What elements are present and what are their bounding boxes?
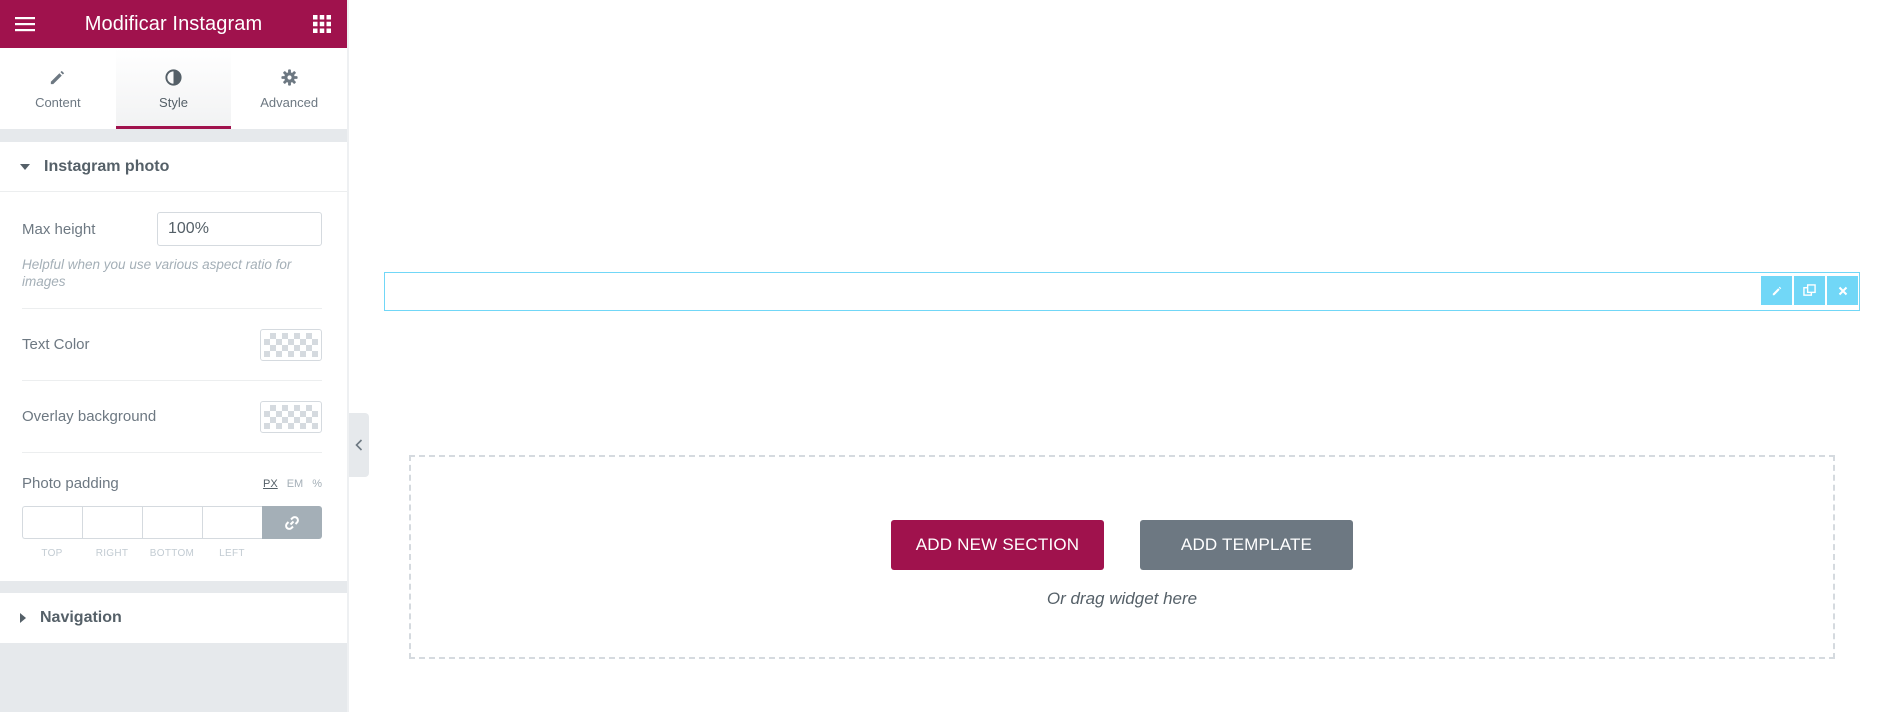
padding-top-input[interactable] — [22, 506, 82, 539]
add-new-section-button[interactable]: ADD NEW SECTION — [891, 520, 1104, 570]
empty-section[interactable] — [384, 272, 1860, 311]
delete-section-button[interactable] — [1827, 276, 1858, 305]
tab-advanced-label: Advanced — [260, 94, 319, 110]
panel-tabs: Content Style Advanced — [0, 48, 347, 130]
editor-panel: Modificar Instagram Content Style Advanc… — [0, 0, 347, 712]
widgets-grid-icon[interactable] — [309, 11, 335, 37]
panel-divider — [347, 0, 349, 712]
contrast-icon — [165, 68, 182, 86]
dim-left-label: LEFT — [219, 548, 245, 559]
padding-dimensions — [22, 506, 322, 539]
instagram-photo-toggle[interactable]: Instagram photo — [0, 142, 347, 192]
caret-down-icon — [20, 163, 30, 170]
section-toolbar — [1761, 276, 1858, 305]
unit-switcher: PX EM % — [263, 478, 322, 490]
add-section-area: ADD NEW SECTION ADD TEMPLATE Or drag wid… — [409, 455, 1835, 659]
tab-advanced[interactable]: Advanced — [231, 48, 347, 129]
add-buttons: ADD NEW SECTION ADD TEMPLATE — [891, 520, 1353, 570]
section-title: Instagram photo — [44, 157, 170, 175]
text-color-control: Text Color — [22, 309, 322, 381]
chevron-left-icon — [355, 439, 363, 451]
padding-left-input[interactable] — [202, 506, 262, 539]
text-color-picker[interactable] — [260, 328, 322, 361]
max-height-help: Helpful when you use various aspect rati… — [22, 256, 322, 309]
unit-em[interactable]: EM — [287, 478, 304, 490]
text-color-label: Text Color — [22, 336, 90, 353]
instagram-photo-controls: Max height Helpful when you use various … — [0, 192, 347, 581]
dim-right-label: RIGHT — [95, 548, 129, 559]
tab-style-label: Style — [159, 94, 188, 110]
tab-content-label: Content — [35, 94, 81, 110]
collapse-panel-button[interactable] — [349, 413, 369, 477]
drag-widget-hint: Or drag widget here — [1046, 589, 1198, 608]
duplicate-icon — [1803, 284, 1816, 296]
max-height-input[interactable] — [157, 212, 322, 246]
padding-dimension-labels: TOP RIGHT BOTTOM LEFT — [22, 548, 322, 581]
unit-px[interactable]: PX — [263, 478, 278, 490]
tab-style[interactable]: Style — [115, 48, 232, 129]
navigation-toggle[interactable]: Navigation — [0, 593, 347, 643]
tab-content[interactable]: Content — [0, 48, 116, 129]
overlay-color-picker[interactable] — [260, 400, 322, 433]
max-height-label: Max height — [22, 220, 96, 238]
link-icon — [285, 515, 299, 530]
unit-percent[interactable]: % — [312, 478, 322, 490]
pencil-icon — [51, 70, 65, 84]
add-template-button[interactable]: ADD TEMPLATE — [1140, 520, 1353, 570]
instagram-photo-section: Instagram photo Max height Helpful when … — [0, 142, 347, 581]
caret-right-icon — [20, 613, 26, 623]
dim-bottom-label: BOTTOM — [149, 548, 195, 559]
photo-padding-label: Photo padding — [22, 475, 119, 492]
pencil-icon — [1772, 286, 1781, 295]
section-title: Navigation — [40, 609, 122, 626]
padding-right-input[interactable] — [82, 506, 142, 539]
overlay-background-label: Overlay background — [22, 408, 157, 425]
navigation-section: Navigation — [0, 593, 347, 643]
edit-section-button[interactable] — [1761, 276, 1792, 305]
close-icon — [1838, 286, 1847, 295]
dim-top-label: TOP — [41, 548, 63, 559]
panel-header: Modificar Instagram — [0, 0, 347, 48]
photo-padding-control: Photo padding PX EM % — [22, 453, 322, 492]
padding-bottom-input[interactable] — [142, 506, 202, 539]
gear-icon — [281, 68, 298, 86]
overlay-background-control: Overlay background — [22, 381, 322, 453]
panel-title: Modificar Instagram — [84, 12, 263, 35]
max-height-control: Max height — [22, 192, 322, 246]
link-values-button[interactable] — [262, 506, 322, 539]
menu-icon[interactable] — [12, 11, 38, 37]
duplicate-section-button[interactable] — [1794, 276, 1825, 305]
